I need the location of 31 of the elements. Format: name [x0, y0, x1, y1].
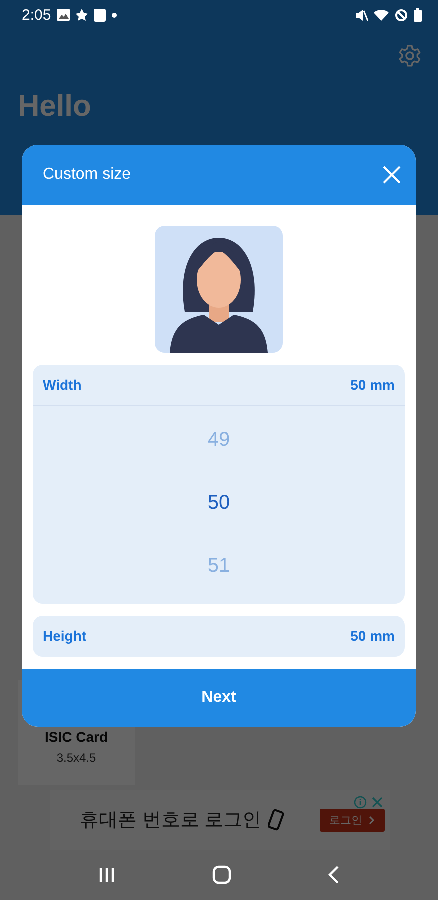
mute-icon — [355, 8, 368, 22]
status-time: 2:05 — [22, 6, 52, 24]
app-icon — [94, 8, 106, 22]
battery-icon — [414, 8, 422, 22]
next-button[interactable]: Next — [22, 669, 416, 727]
notification-icon — [76, 9, 88, 21]
picker-option[interactable]: 51 — [204, 555, 234, 578]
field-label: Width — [43, 377, 82, 393]
greeting-title: Hello — [18, 90, 92, 124]
back-icon[interactable] — [328, 866, 340, 884]
picker-option[interactable]: 49 — [204, 429, 234, 452]
dot-icon — [112, 12, 118, 18]
picker-option[interactable]: 50 — [204, 492, 234, 515]
wifi-icon — [374, 8, 389, 22]
blocked-icon — [395, 8, 408, 22]
dialog-title: Custom size — [43, 166, 132, 184]
recent-apps-icon[interactable] — [98, 867, 116, 883]
settings-icon[interactable] — [398, 44, 422, 68]
login-button[interactable]: 로그인 — [320, 808, 385, 832]
image-icon — [57, 9, 70, 21]
card-title: ISIC Card — [44, 729, 108, 745]
size-picker[interactable]: Height 50 mm — [33, 616, 405, 657]
phone-icon — [268, 809, 284, 831]
field-value: 50 mm — [350, 628, 395, 644]
ad-text: 휴대폰 번호로 로그인 — [80, 809, 262, 833]
size-picker[interactable]: Width 50 mm 49 50 51 — [33, 365, 405, 604]
home-icon[interactable] — [212, 865, 232, 885]
chevron-icon — [368, 816, 375, 824]
card-size: 3.5x4.5 — [56, 751, 96, 765]
field-value: 50 mm — [350, 377, 395, 393]
field-label: Height — [43, 628, 87, 644]
